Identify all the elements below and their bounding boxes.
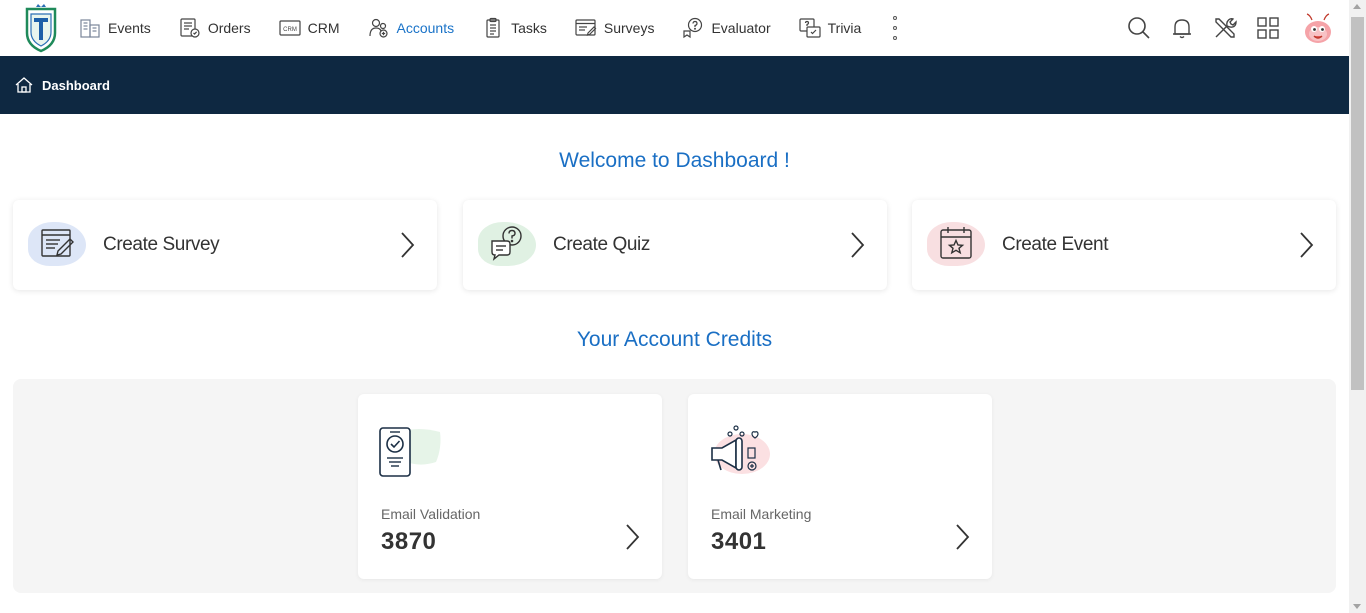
bell-icon[interactable] <box>1167 13 1197 43</box>
avatar[interactable] <box>1301 12 1335 46</box>
card-label: Create Survey <box>103 234 220 255</box>
orders-icon <box>178 16 202 40</box>
credit-label: Email Marketing <box>711 506 812 522</box>
create-event-card[interactable]: Create Event <box>912 200 1336 290</box>
nav-item-label: Evaluator <box>711 20 771 36</box>
top-navbar: Events Orders CRM CRM Accounts Tasks Sur… <box>0 0 1349 56</box>
nav-item-orders[interactable]: Orders <box>178 0 251 56</box>
vertical-scrollbar[interactable] <box>1349 0 1366 613</box>
card-label: Create Quiz <box>553 234 650 255</box>
create-survey-card[interactable]: Create Survey <box>13 200 437 290</box>
more-menu-button[interactable] <box>888 16 902 40</box>
trivia-icon <box>798 16 822 40</box>
tools-icon[interactable] <box>1210 13 1240 43</box>
nav-item-label: Events <box>108 20 151 36</box>
email-validation-card[interactable]: Email Validation 3870 <box>358 394 662 579</box>
evaluator-icon <box>681 16 705 40</box>
scroll-down-arrow[interactable] <box>1353 604 1361 609</box>
nav-item-label: Orders <box>207 20 251 36</box>
nav-item-label: Surveys <box>603 20 655 36</box>
email-marketing-card[interactable]: Email Marketing 3401 <box>688 394 992 579</box>
chevron-right-icon <box>851 232 865 258</box>
nav-item-trivia[interactable]: Trivia <box>798 0 862 56</box>
nav-item-crm[interactable]: CRM CRM <box>278 0 340 56</box>
accounts-icon <box>367 16 391 40</box>
scroll-up-arrow[interactable] <box>1353 4 1361 9</box>
nav-item-label: Accounts <box>396 20 455 36</box>
credit-value: 3870 <box>381 528 437 555</box>
main-nav: Events Orders CRM CRM Accounts Tasks Sur… <box>78 0 888 56</box>
credits-title: Your Account Credits <box>576 328 773 351</box>
breadcrumb: Dashboard <box>0 56 1349 114</box>
home-icon[interactable] <box>14 75 34 95</box>
nav-item-label: Trivia <box>827 20 862 36</box>
quiz-chat-icon <box>478 220 538 270</box>
chevron-right-icon <box>401 232 415 258</box>
chevron-right-icon <box>626 524 640 550</box>
card-label: Create Event <box>1002 234 1109 255</box>
page-title: Welcome to Dashboard ! <box>559 149 790 172</box>
crm-icon: CRM <box>278 16 302 40</box>
breadcrumb-current[interactable]: Dashboard <box>42 78 110 93</box>
megaphone-icon <box>708 424 772 484</box>
building-icon <box>78 16 102 40</box>
search-icon[interactable] <box>1124 13 1154 43</box>
nav-item-events[interactable]: Events <box>78 0 151 56</box>
create-quiz-card[interactable]: Create Quiz <box>463 200 887 290</box>
chevron-right-icon <box>1300 232 1314 258</box>
survey-form-icon <box>28 220 88 270</box>
chevron-right-icon <box>956 524 970 550</box>
nav-item-label: Tasks <box>511 20 547 36</box>
phone-check-icon <box>378 424 442 484</box>
surveys-icon <box>574 16 598 40</box>
calendar-star-icon <box>927 220 987 270</box>
credit-value: 3401 <box>711 528 767 555</box>
scrollbar-thumb[interactable] <box>1351 17 1364 390</box>
credit-label: Email Validation <box>381 506 481 522</box>
nav-item-evaluator[interactable]: Evaluator <box>681 0 771 56</box>
nav-item-accounts[interactable]: Accounts <box>367 0 455 56</box>
nav-item-surveys[interactable]: Surveys <box>574 0 655 56</box>
header-actions <box>1124 0 1296 56</box>
page: Events Orders CRM CRM Accounts Tasks Sur… <box>0 0 1366 613</box>
nav-item-tasks[interactable]: Tasks <box>481 0 547 56</box>
apps-grid-icon[interactable] <box>1253 13 1283 43</box>
tasks-icon <box>481 16 505 40</box>
svg-text:CRM: CRM <box>283 27 297 33</box>
credits-panel <box>13 379 1336 593</box>
brand-logo[interactable] <box>24 3 58 53</box>
nav-item-label: CRM <box>307 20 340 36</box>
